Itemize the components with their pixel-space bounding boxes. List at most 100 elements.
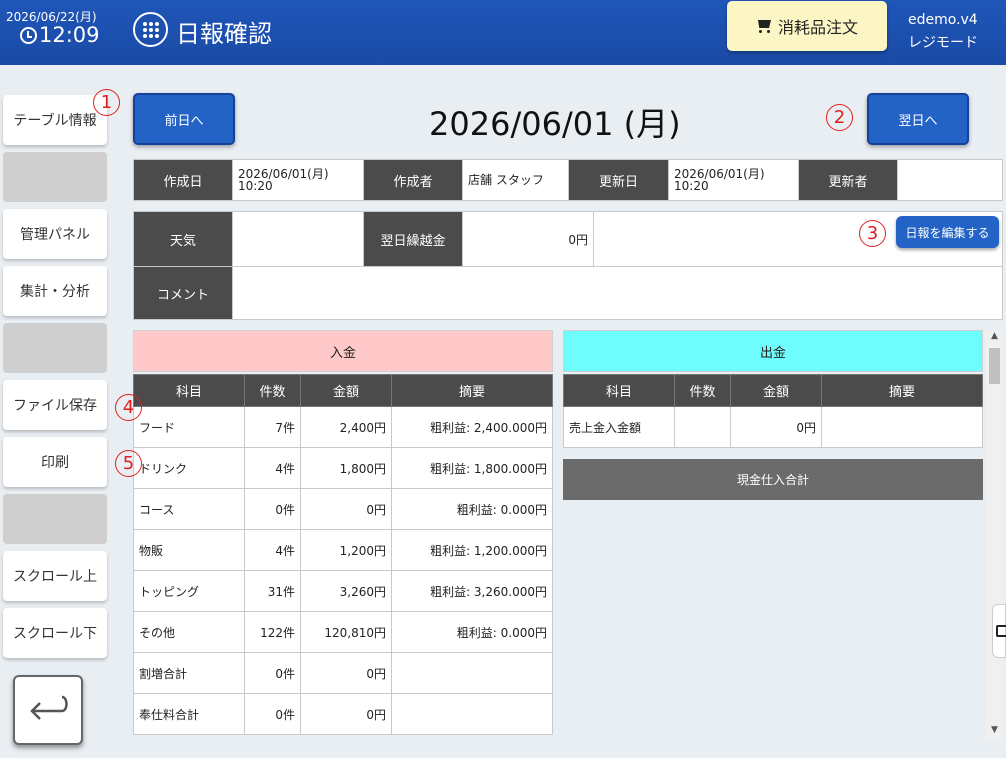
income-amount: 0円 xyxy=(300,488,392,530)
created-time: 10:20 xyxy=(238,179,273,193)
income-count: 0件 xyxy=(244,488,301,530)
expense-col-note: 摘要 xyxy=(821,374,983,407)
side-panel-tab[interactable] xyxy=(992,604,1006,658)
sidebar-item-empty xyxy=(3,152,107,202)
scrollbar-thumb[interactable] xyxy=(989,348,1000,384)
income-note: 粗利益: 2,400.000円 xyxy=(391,406,553,448)
income-col-count: 件数 xyxy=(244,374,301,407)
sidebar-item-analytics[interactable]: 集計・分析 xyxy=(3,266,107,316)
updater-value xyxy=(897,159,1003,201)
income-note: 粗利益: 3,260.000円 xyxy=(391,570,553,612)
income-table: 科目 件数 金額 摘要 フード 7件 2,400円 粗利益: 2,400.000… xyxy=(133,374,553,735)
cart-icon xyxy=(756,20,772,33)
expense-col-count: 件数 xyxy=(674,374,731,407)
sidebar-item-scroll-down[interactable]: スクロール下 xyxy=(3,608,107,658)
scroll-down-arrow-icon[interactable]: ▼ xyxy=(986,725,1003,739)
account-name: edemo.v4 xyxy=(908,12,978,28)
table-row: フード 7件 2,400円 粗利益: 2,400.000円 xyxy=(133,406,553,448)
expense-amount: 0円 xyxy=(730,406,822,448)
order-supplies-label: 消耗品注文 xyxy=(777,18,858,37)
income-item: フード xyxy=(133,406,245,448)
sidebar-item-label: スクロール上 xyxy=(13,569,97,585)
income-count: 4件 xyxy=(244,529,301,571)
comment-label: コメント xyxy=(133,266,233,320)
scrollbar-track[interactable] xyxy=(986,331,1003,739)
income-header: 入金 xyxy=(133,330,553,372)
created-label: 作成日 xyxy=(133,159,233,201)
income-amount: 120,810円 xyxy=(300,611,392,653)
table-row: 奉仕料合計 0件 0円 xyxy=(133,693,553,735)
income-count: 31件 xyxy=(244,570,301,612)
income-count: 0件 xyxy=(244,693,301,735)
cash-purchase-total: 現金仕入合計 xyxy=(563,459,983,500)
table-row: その他 122件 120,810円 粗利益: 0.000円 xyxy=(133,611,553,653)
income-count: 0件 xyxy=(244,652,301,694)
sidebar-item-label: 管理パネル xyxy=(20,227,90,243)
updated-time: 10:20 xyxy=(674,179,709,193)
income-col-amount: 金額 xyxy=(300,374,392,407)
income-note: 粗利益: 1,800.000円 xyxy=(391,447,553,489)
menu-grid-icon[interactable] xyxy=(133,12,168,47)
table-row: 売上金入金額 0円 xyxy=(563,406,983,448)
expense-count xyxy=(674,406,731,448)
carryover-value: 0円 xyxy=(462,211,594,267)
expense-note xyxy=(821,406,983,448)
income-note: 粗利益: 0.000円 xyxy=(391,611,553,653)
annotation-marker: 3 xyxy=(859,220,886,247)
income-amount: 1,800円 xyxy=(300,447,392,489)
carryover-label: 翌日繰越金 xyxy=(363,211,463,267)
table-row: トッピング 31件 3,260円 粗利益: 3,260.000円 xyxy=(133,570,553,612)
income-count: 4件 xyxy=(244,447,301,489)
income-item: その他 xyxy=(133,611,245,653)
income-col-note: 摘要 xyxy=(391,374,553,407)
sidebar-item-label: テーブル情報 xyxy=(13,113,97,129)
back-button[interactable] xyxy=(13,675,83,745)
sidebar-item-admin-panel[interactable]: 管理パネル xyxy=(3,209,107,259)
income-note: 粗利益: 0.000円 xyxy=(391,488,553,530)
scroll-up-arrow-icon[interactable]: ▲ xyxy=(986,331,1003,345)
sidebar-item-print[interactable]: 印刷 xyxy=(3,437,107,487)
income-amount: 3,260円 xyxy=(300,570,392,612)
income-note xyxy=(391,652,553,694)
app-header: 2026/06/22(月) 12:09 日報確認 消耗品注文 edemo.v4 … xyxy=(0,0,1006,65)
sidebar-item-label: スクロール下 xyxy=(13,626,97,642)
income-note xyxy=(391,693,553,735)
report-date: 2026/06/01 (月) xyxy=(429,105,681,143)
income-count: 7件 xyxy=(244,406,301,448)
updated-label: 更新日 xyxy=(568,159,669,201)
comment-value xyxy=(232,266,1003,320)
sidebar-item-scroll-up[interactable]: スクロール上 xyxy=(3,551,107,601)
user-info: edemo.v4 レジモード xyxy=(908,9,978,55)
header-time: 12:09 xyxy=(39,23,100,47)
prev-day-button[interactable]: 前日へ xyxy=(133,93,235,145)
mode-label: レジモード xyxy=(908,35,978,51)
sidebar-item-label: ファイル保存 xyxy=(13,398,97,414)
annotation-marker: 5 xyxy=(115,450,142,477)
income-item: コース xyxy=(133,488,245,530)
header-clock: 12:09 xyxy=(20,23,100,47)
sidebar-item-table-info[interactable]: テーブル情報 xyxy=(3,95,107,145)
table-row: 物販 4件 1,200円 粗利益: 1,200.000円 xyxy=(133,529,553,571)
edit-report-button[interactable]: 日報を編集する xyxy=(896,216,999,248)
sidebar-item-empty xyxy=(3,494,107,544)
return-arrow-icon xyxy=(30,695,68,720)
author-value: 店舗 スタッフ xyxy=(462,159,569,201)
report-meta-table: 作成日 2026/06/01(月) 10:20 作成者 店舗 スタッフ 更新日 2… xyxy=(133,159,1003,201)
order-supplies-button[interactable]: 消耗品注文 xyxy=(727,1,887,51)
clock-icon xyxy=(20,26,37,44)
page-title: 日報確認 xyxy=(176,20,272,48)
income-amount: 2,400円 xyxy=(300,406,392,448)
weather-label: 天気 xyxy=(133,211,233,267)
income-count: 122件 xyxy=(244,611,301,653)
created-value: 2026/06/01(月) 10:20 xyxy=(232,159,364,201)
sidebar-item-save-file[interactable]: ファイル保存 xyxy=(3,380,107,430)
income-amount: 0円 xyxy=(300,693,392,735)
table-row: 割増合計 0件 0円 xyxy=(133,652,553,694)
next-day-button[interactable]: 翌日へ xyxy=(867,93,969,145)
income-item: 割増合計 xyxy=(133,652,245,694)
income-item: 物販 xyxy=(133,529,245,571)
sidebar-item-empty xyxy=(3,323,107,373)
expense-header: 出金 xyxy=(563,330,983,372)
income-amount: 0円 xyxy=(300,652,392,694)
sidebar-item-label: 印刷 xyxy=(41,455,69,471)
